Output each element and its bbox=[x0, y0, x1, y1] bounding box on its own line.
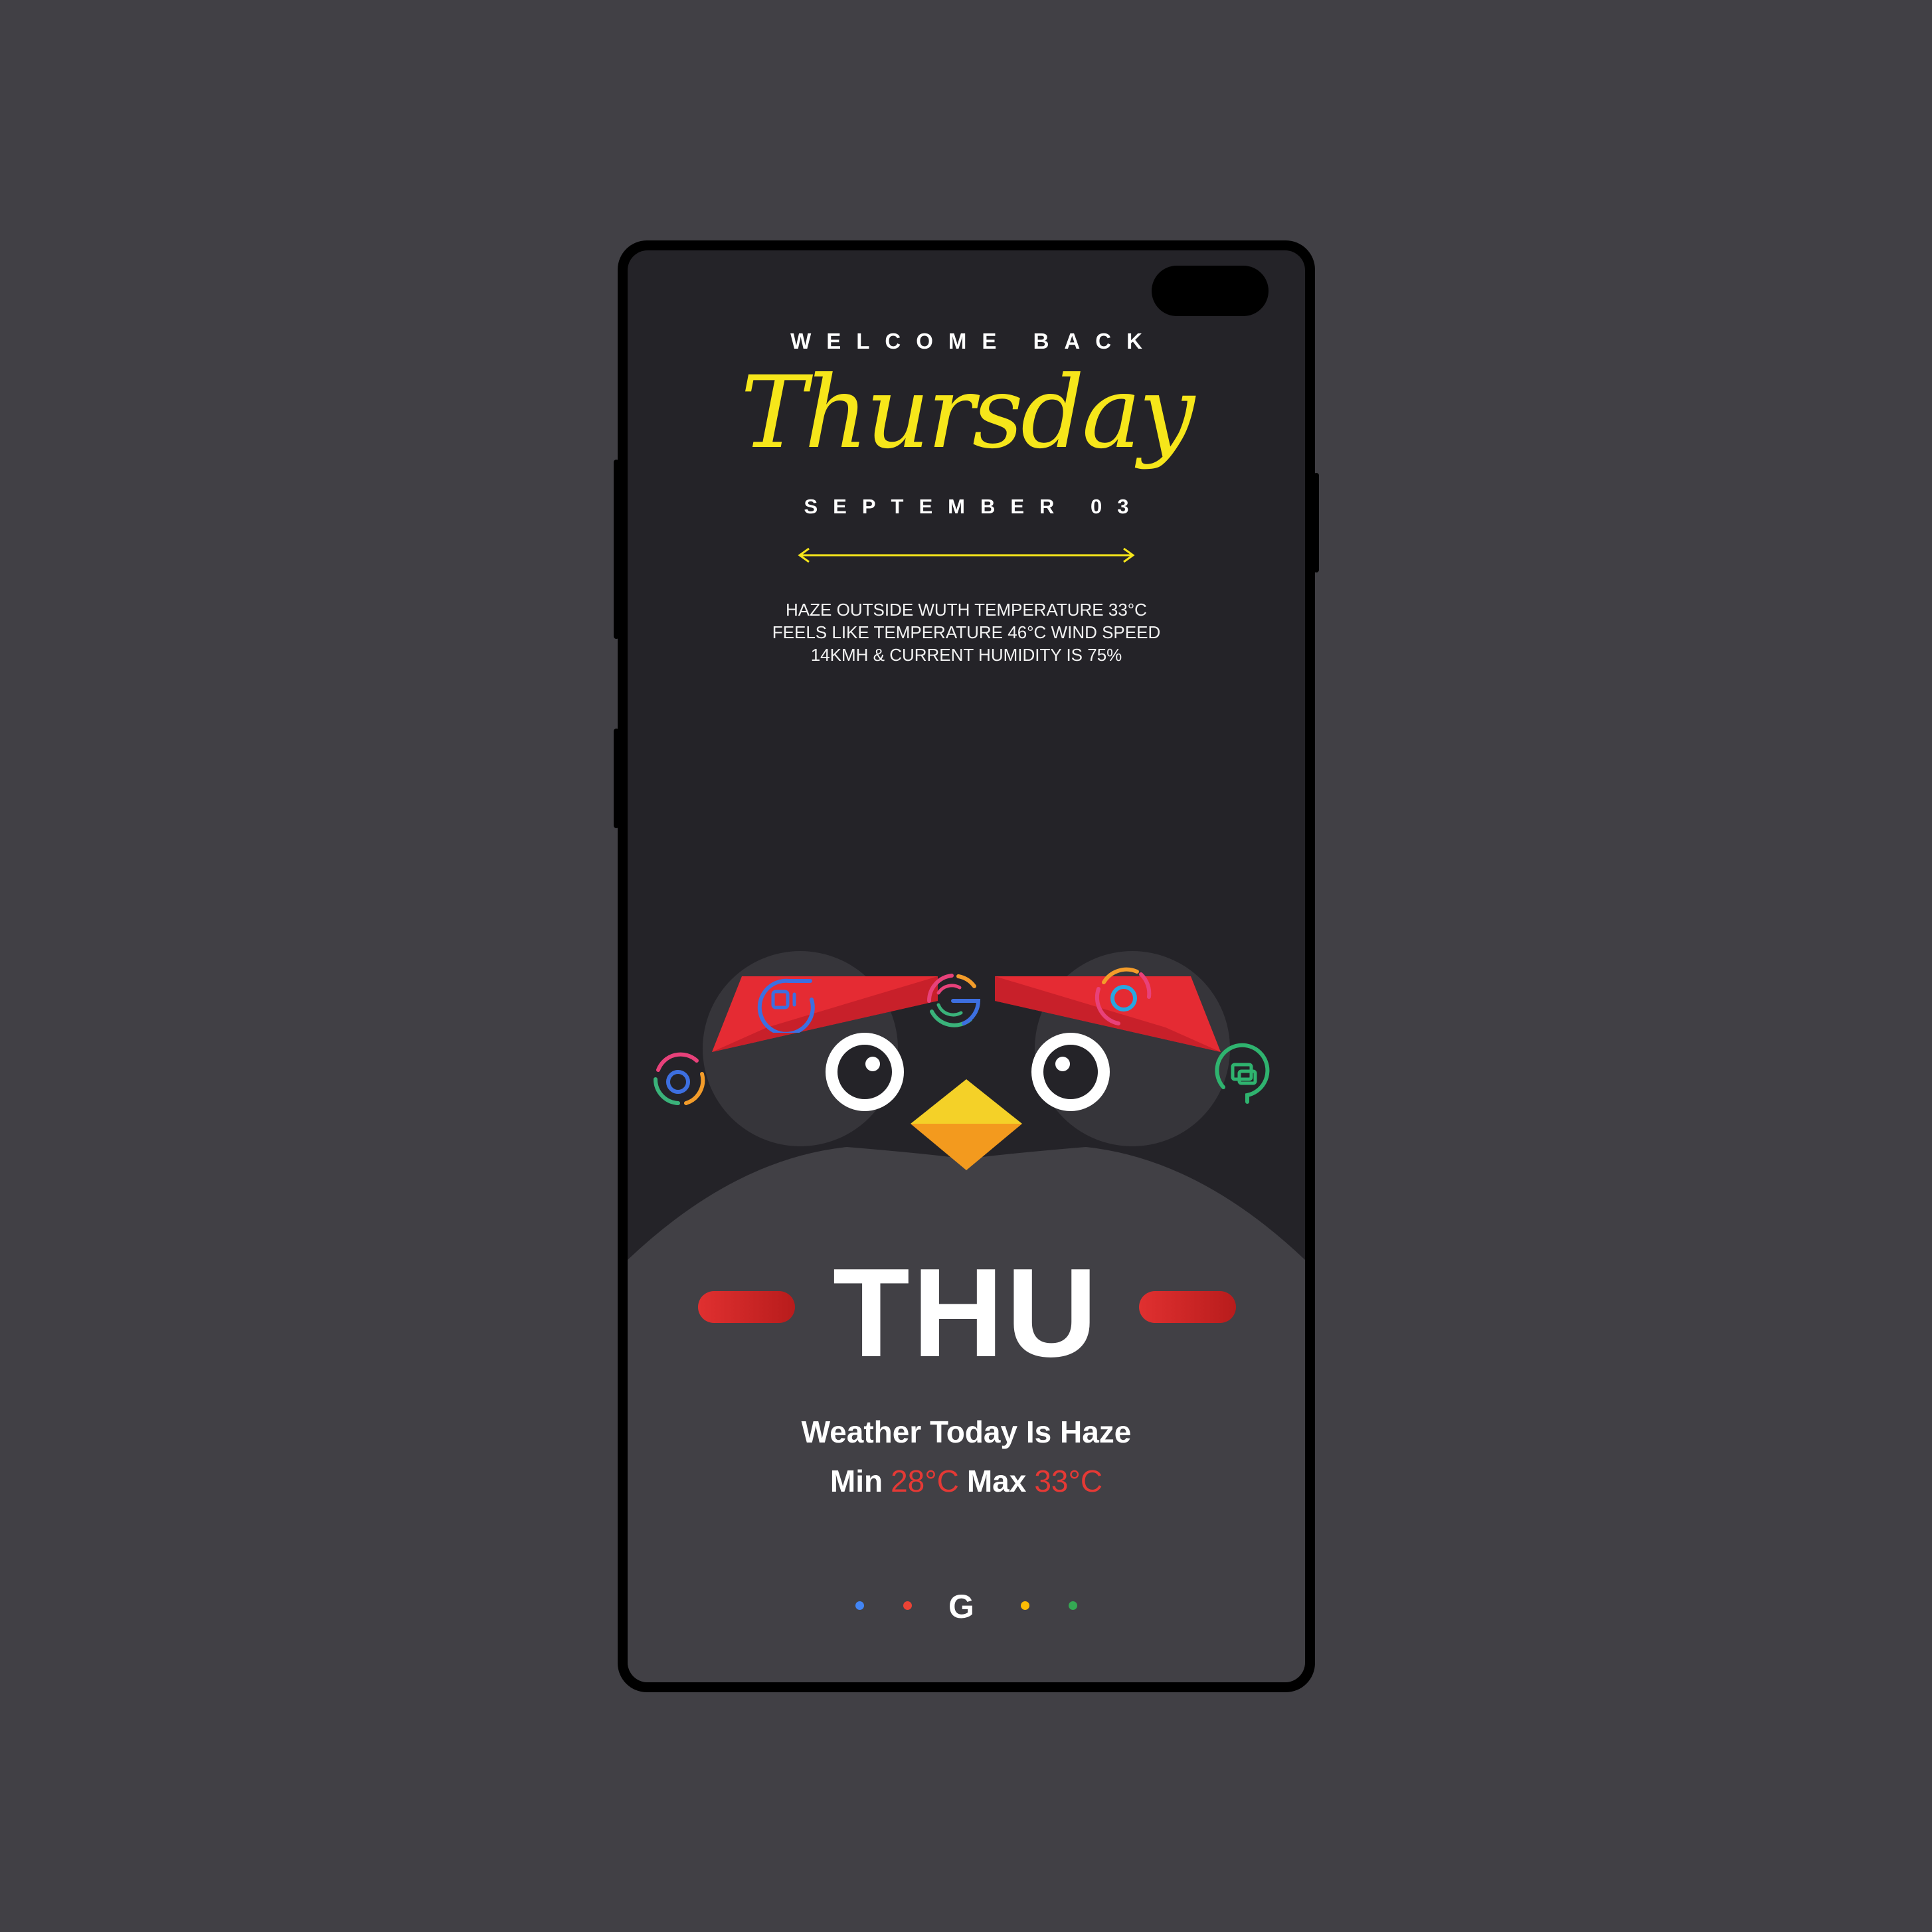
phone-frame: WELCOME BACK Thursday SEPTEMBER 03 HAZE … bbox=[614, 240, 1319, 1692]
app-chrome[interactable] bbox=[646, 1045, 713, 1111]
min-label: Min bbox=[830, 1464, 883, 1498]
messages-icon bbox=[1215, 1043, 1270, 1104]
angry-bird-wallpaper bbox=[628, 951, 1305, 1682]
weather-line-3: 14KMH & CURRENT HUMIDITY IS 75% bbox=[810, 645, 1122, 665]
chrome-icon bbox=[653, 1052, 705, 1105]
left-eye bbox=[826, 1033, 904, 1111]
weather-line-2: FEELS LIKE TEMPERATURE 46°C WIND SPEED bbox=[772, 622, 1161, 642]
date-text: SEPTEMBER 03 bbox=[804, 495, 1144, 518]
side-key bbox=[1314, 473, 1319, 572]
app-camera[interactable] bbox=[1089, 962, 1156, 1029]
app-screen-recorder[interactable] bbox=[750, 966, 817, 1036]
home-screen: WELCOME BACK Thursday SEPTEMBER 03 HAZE … bbox=[628, 250, 1305, 1682]
weather-today-text: Weather Today Is Haze bbox=[801, 1415, 1132, 1449]
double-arrow-divider bbox=[798, 547, 1135, 563]
camera-icon bbox=[1095, 967, 1152, 1025]
beak-top bbox=[911, 1079, 1022, 1124]
right-eye bbox=[1031, 1033, 1110, 1111]
app-google[interactable] bbox=[920, 966, 986, 1033]
power-button bbox=[614, 460, 619, 639]
punch-hole-camera bbox=[1152, 266, 1269, 316]
google-icon bbox=[926, 974, 981, 1027]
dot-green bbox=[1069, 1601, 1077, 1610]
day-script-text: Thursday bbox=[740, 355, 1195, 471]
right-pupil bbox=[1055, 1057, 1070, 1071]
max-label: Max bbox=[966, 1464, 1027, 1498]
min-value: 28°C bbox=[891, 1464, 959, 1498]
max-value: 33°C bbox=[1034, 1464, 1103, 1498]
google-search-widget[interactable]: G bbox=[628, 1579, 1305, 1625]
volume-button bbox=[614, 729, 619, 828]
left-pupil bbox=[865, 1057, 880, 1071]
weather-line-1: HAZE OUTSIDE WUTH TEMPERATURE 33°C bbox=[786, 600, 1147, 620]
dot-red bbox=[903, 1601, 912, 1610]
google-g-icon[interactable]: G bbox=[948, 1588, 974, 1625]
min-max-temperature: Min 28°C Max 33°C bbox=[628, 1463, 1305, 1499]
screen-recorder-icon bbox=[757, 978, 815, 1036]
weather-description: HAZE OUTSIDE WUTH TEMPERATURE 33°C FEELS… bbox=[734, 598, 1199, 666]
day-abbreviation: THU bbox=[832, 1243, 1100, 1383]
dot-blue bbox=[855, 1601, 864, 1610]
app-messages[interactable] bbox=[1210, 1042, 1276, 1108]
dot-yellow bbox=[1021, 1601, 1029, 1610]
